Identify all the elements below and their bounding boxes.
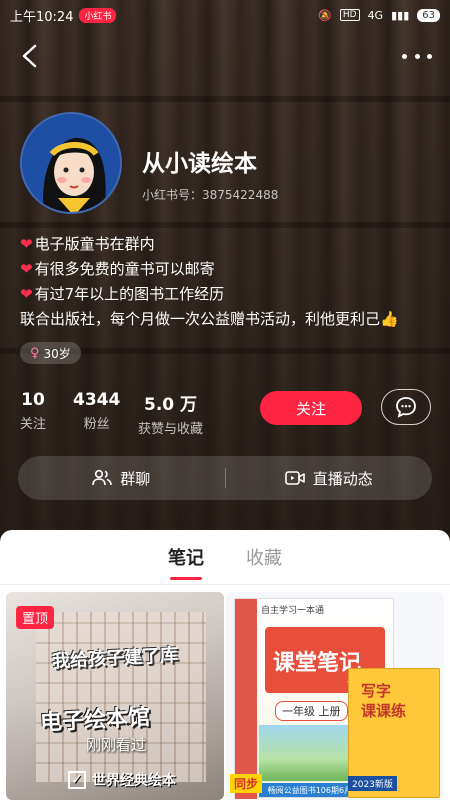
bio-text: 联合出版社，每个月做一次公益赠书活动，利他更利己👍 bbox=[20, 310, 399, 328]
back-button[interactable] bbox=[16, 42, 44, 70]
recently-viewed-label: 刚刚看过 bbox=[86, 736, 147, 754]
tab-bar: 笔记 收藏 bbox=[0, 544, 450, 578]
shelf-line bbox=[0, 96, 450, 102]
status-app-badge: 小红书 bbox=[79, 7, 117, 23]
bio-text: 有过7年以上的图书工作经历 bbox=[34, 285, 225, 303]
hd-icon: HD bbox=[339, 9, 360, 21]
note-cover-title: 电子绘本馆 bbox=[39, 705, 151, 736]
caption-text: 世界经典绘本 bbox=[92, 773, 176, 789]
network-label: 4G bbox=[367, 8, 384, 22]
status-time: 上午10:24 bbox=[10, 9, 74, 25]
live-feed-label: 直播动态 bbox=[312, 469, 373, 488]
chevron-left-icon bbox=[22, 44, 37, 68]
heart-icon: ❤ bbox=[20, 260, 33, 278]
tab-collections[interactable]: 收藏 bbox=[246, 544, 282, 578]
avatar-illustration bbox=[22, 114, 120, 212]
shelf-line bbox=[0, 222, 450, 228]
divider bbox=[0, 584, 450, 585]
book-spine bbox=[235, 599, 257, 799]
stat-value: 10 bbox=[21, 390, 45, 410]
bio: ❤ 电子版童书在群内 ❤ 有很多免费的童书可以邮寄 ❤ 有过7年以上的图书工作经历 联… bbox=[20, 232, 440, 332]
stat-label: 粉丝 bbox=[83, 417, 110, 432]
stat-followers[interactable]: 4344 粉丝 bbox=[73, 390, 120, 432]
female-icon: ♀ bbox=[30, 345, 40, 361]
chat-bubble-icon bbox=[396, 397, 416, 418]
note-cover-image bbox=[36, 612, 206, 782]
live-feed-button[interactable]: 直播动态 bbox=[226, 456, 433, 500]
stat-label: 获赞与收藏 bbox=[138, 422, 204, 437]
more-dots-icon bbox=[402, 53, 407, 59]
tab-notes[interactable]: 笔记 bbox=[168, 544, 204, 578]
stat-value: 5.0 万 bbox=[143, 395, 198, 415]
status-bar: 上午10:24 小红书 🔕 HD 4G ▮▮▮ 63 bbox=[0, 0, 450, 30]
edition-tag: 2023新版 bbox=[348, 776, 397, 791]
heart-icon: ❤ bbox=[20, 285, 33, 303]
red-id: 小红书号：3875422488 bbox=[142, 188, 279, 202]
note-card-pinned[interactable]: 置顶 我给孩子建了库 电子绘本馆 刚刚看过 ✓ 世界经典绘本 bbox=[6, 592, 224, 800]
note-card[interactable]: 自主学习一本通 课堂笔记 语文 一年级 上册 畅阅公益图书106期6月29日启动… bbox=[226, 592, 444, 800]
more-button[interactable] bbox=[402, 48, 432, 64]
bio-line: ❤ 有很多免费的童书可以邮寄 bbox=[20, 257, 440, 282]
gender-age-tag: ♀ 30岁 bbox=[20, 342, 81, 364]
book-grade: 一年级 上册 bbox=[275, 701, 348, 721]
bio-line: ❤ 有过7年以上的图书工作经历 bbox=[20, 282, 440, 307]
stat-following[interactable]: 10 关注 bbox=[20, 390, 46, 432]
pinned-badge: 置顶 bbox=[16, 606, 55, 629]
group-chat-button[interactable]: 群聊 bbox=[18, 456, 225, 500]
avatar[interactable] bbox=[20, 112, 122, 214]
group-icon bbox=[92, 469, 113, 486]
checkbox-icon: ✓ bbox=[68, 771, 86, 789]
age-label: 30岁 bbox=[43, 346, 71, 361]
note-cover-caption: ✓ 世界经典绘本 bbox=[68, 770, 176, 790]
action-bar: 群聊 直播动态 bbox=[18, 456, 432, 500]
follow-button[interactable]: 关注 bbox=[260, 391, 362, 425]
bio-text: 有很多免费的童书可以邮寄 bbox=[34, 260, 215, 278]
promo-tag: 同步 bbox=[230, 774, 263, 793]
content-panel: 笔记 收藏 置顶 我给孩子建了库 电子绘本馆 刚刚看过 ✓ 世界经典绘本 自主学… bbox=[0, 530, 450, 800]
nickname: 从小读绘本 bbox=[142, 151, 257, 177]
book-series-label: 自主学习一本通 bbox=[261, 606, 325, 616]
bio-line: 联合出版社，每个月做一次公益赠书活动，利他更利己👍 bbox=[20, 307, 440, 332]
status-icons: 🔕 HD 4G ▮▮▮ 63 bbox=[318, 8, 440, 22]
live-video-icon bbox=[284, 471, 305, 485]
message-button[interactable] bbox=[381, 389, 431, 425]
stat-value: 4344 bbox=[73, 390, 121, 410]
bio-line: ❤ 电子版童书在群内 bbox=[20, 232, 440, 257]
group-chat-label: 群聊 bbox=[120, 469, 151, 488]
heart-icon: ❤ bbox=[20, 235, 33, 253]
bio-text: 电子版童书在群内 bbox=[34, 235, 155, 253]
battery-icon: 63 bbox=[417, 8, 440, 22]
mute-icon: 🔕 bbox=[318, 8, 332, 22]
signal-icon: ▮▮▮ bbox=[391, 8, 410, 22]
stat-likes[interactable]: 5.0 万 获赞与收藏 bbox=[138, 390, 203, 437]
book2-title: 写字 课课练 bbox=[361, 682, 407, 720]
stat-label: 关注 bbox=[20, 417, 47, 432]
